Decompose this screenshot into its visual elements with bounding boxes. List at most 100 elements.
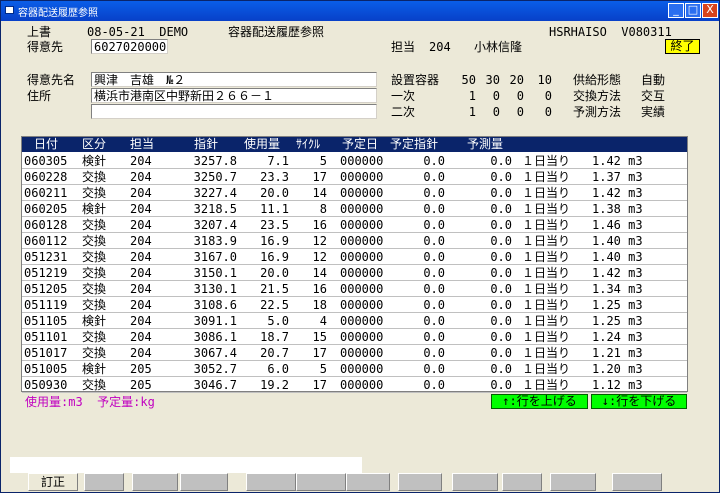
history-table[interactable]: 日付 区分 担当 指針 使用量 ｻｲｸﾙ 予定日 予定指針 予測量 060305…	[21, 136, 688, 393]
program-id: HSRHAISO V080311	[549, 25, 672, 39]
cell-staff: 204	[130, 234, 152, 248]
cell-category: 交換	[82, 186, 107, 200]
function-key-bar: 訂正	[4, 473, 718, 491]
cell-scheduled-reading: 0.0	[423, 250, 445, 264]
table-row[interactable]: 051105 検針 204 3091.1 5.0 4 000000 0.0 0.0 １日当り 1.2…	[22, 313, 687, 329]
close-button[interactable]: X	[702, 3, 718, 18]
address-field-1[interactable]: 横浜市港南区中野新田２６６－１	[91, 88, 377, 103]
function-key-12[interactable]	[612, 473, 662, 491]
cell-category: 交換	[82, 250, 107, 264]
table-row[interactable]: 051219 交換 204 3150.1 20.0 14 000000 0.0 0.0 １日当り 1…	[22, 265, 687, 281]
cell-scheduled-reading: 0.0	[423, 314, 445, 328]
cell-usage: 5.0	[267, 314, 289, 328]
cell-usage: 23.3	[260, 170, 289, 184]
row-down-button[interactable]: ↓:行を下げる	[591, 394, 687, 409]
cell-category: 検針	[82, 362, 107, 376]
cell-reading: 3150.1	[193, 266, 237, 280]
cell-scheduled-date: 000000	[340, 170, 384, 184]
cell-cycle: 12	[312, 234, 327, 248]
status-line	[10, 457, 362, 473]
cell-reading: 3250.7	[193, 170, 237, 184]
cell-date: 060305	[24, 154, 68, 168]
supply-type-label: 供給形態	[573, 73, 622, 87]
table-row[interactable]: 051231 交換 204 3167.0 16.9 12 000000 0.0 0.0 １日当り 1…	[22, 249, 687, 265]
function-key-5[interactable]	[246, 473, 296, 491]
table-row[interactable]: 060205 検針 204 3218.5 11.1 8 000000 0.0 0.0 １日当り 1.…	[22, 201, 687, 217]
primary-20: 0	[516, 89, 524, 103]
units-note: 使用量:m3 予定量:kg	[25, 395, 155, 409]
table-header: 日付 区分 担当 指針 使用量 ｻｲｸﾙ 予定日 予定指針 予測量	[22, 137, 687, 152]
function-key-4[interactable]	[180, 473, 228, 491]
cell-scheduled-date: 000000	[340, 250, 384, 264]
maximize-button[interactable]: □	[685, 3, 701, 18]
cell-forecast: 0.0	[490, 186, 512, 200]
table-row[interactable]: 060305 検針 204 3257.8 7.1 5 000000 0.0 0.0 １日当り 1.4…	[22, 153, 687, 169]
minimize-button[interactable]: _	[668, 3, 684, 18]
column-header-forecast: 予測量	[467, 137, 504, 151]
cell-cycle: 4	[319, 314, 327, 328]
function-key-8[interactable]	[398, 473, 442, 491]
staff-label: 担当	[391, 40, 416, 54]
cell-category: 交換	[82, 170, 107, 184]
table-row[interactable]: 060228 交換 204 3250.7 23.3 17 000000 0.0 0.0 １日当り 1…	[22, 169, 687, 185]
function-key-1[interactable]: 訂正	[28, 473, 78, 491]
cell-scheduled-date: 000000	[340, 314, 384, 328]
cell-forecast: 0.0	[490, 298, 512, 312]
function-key-7[interactable]	[346, 473, 390, 491]
cell-reading: 3086.1	[193, 330, 237, 344]
cell-cycle: 18	[312, 298, 327, 312]
customer-name-field[interactable]: 興津 吉雄 №２	[91, 72, 377, 87]
cell-date: 060128	[24, 218, 68, 232]
function-key-10[interactable]	[502, 473, 542, 491]
primary-10: 0	[544, 89, 552, 103]
table-row[interactable]: 060211 交換 204 3227.4 20.0 14 000000 0.0 0.0 １日当り 1…	[22, 185, 687, 201]
table-row[interactable]: 051119 交換 204 3108.6 22.5 18 000000 0.0 0.0 １日当り 1…	[22, 297, 687, 313]
cell-daily-usage: 1.24 m3	[592, 330, 643, 344]
cell-usage: 11.1	[260, 202, 289, 216]
cell-scheduled-date: 000000	[340, 378, 384, 392]
cell-daily-usage: 1.40 m3	[592, 234, 643, 248]
column-header-date: 日付	[34, 137, 59, 151]
address-field-2[interactable]	[91, 104, 377, 119]
function-key-2[interactable]	[84, 473, 124, 491]
table-row[interactable]: 051017 交換 204 3067.4 20.7 17 000000 0.0 0.0 １日当り 1…	[22, 345, 687, 361]
address-label: 住所	[27, 89, 52, 103]
cell-staff: 204	[130, 170, 152, 184]
cell-scheduled-date: 000000	[340, 202, 384, 216]
cell-staff: 204	[130, 186, 152, 200]
cell-date: 051105	[24, 314, 68, 328]
table-row[interactable]: 050930 交換 205 3046.7 19.2 17 000000 0.0 0.0 １日当り 1…	[22, 377, 687, 393]
cell-daily-usage: 1.25 m3	[592, 314, 643, 328]
cell-category: 交換	[82, 218, 107, 232]
cell-reading: 3091.1	[193, 314, 237, 328]
cell-scheduled-reading: 0.0	[423, 202, 445, 216]
cell-staff: 204	[130, 282, 152, 296]
cell-reading: 3183.9	[193, 234, 237, 248]
cell-per-day-label: １日当り	[522, 202, 571, 216]
cell-daily-usage: 1.20 m3	[592, 362, 643, 376]
cell-per-day-label: １日当り	[522, 330, 571, 344]
cell-forecast: 0.0	[490, 362, 512, 376]
table-row[interactable]: 060128 交換 204 3207.4 23.5 16 000000 0.0 0.0 １日当り 1…	[22, 217, 687, 233]
function-key-9[interactable]	[452, 473, 498, 491]
cell-category: 交換	[82, 266, 107, 280]
cell-usage: 19.2	[260, 378, 289, 392]
function-key-3[interactable]	[132, 473, 178, 491]
table-row[interactable]: 060112 交換 204 3183.9 16.9 12 000000 0.0 0.0 １日当り 1…	[22, 233, 687, 249]
cell-per-day-label: １日当り	[522, 282, 571, 296]
staff-code: 204	[429, 40, 451, 54]
customer-code-field[interactable]: 6027020000	[91, 39, 168, 54]
cell-staff: 204	[130, 314, 152, 328]
end-button[interactable]: 終了	[665, 39, 700, 54]
function-key-6[interactable]	[296, 473, 346, 491]
row-up-button[interactable]: ↑:行を上げる	[491, 394, 588, 409]
table-row[interactable]: 051005 検針 205 3052.7 6.0 5 000000 0.0 0.0 １日当り 1.2…	[22, 361, 687, 377]
cell-usage: 20.0	[260, 266, 289, 280]
cell-staff: 205	[130, 362, 152, 376]
cell-date: 051017	[24, 346, 68, 360]
cell-date: 051219	[24, 266, 68, 280]
table-row[interactable]: 051101 交換 204 3086.1 18.7 15 000000 0.0 0.0 １日当り 1…	[22, 329, 687, 345]
table-row[interactable]: 051205 交換 204 3130.1 21.5 16 000000 0.0 0.0 １日当り 1…	[22, 281, 687, 297]
function-key-11[interactable]	[550, 473, 596, 491]
exchange-method-value: 交互	[641, 89, 666, 103]
